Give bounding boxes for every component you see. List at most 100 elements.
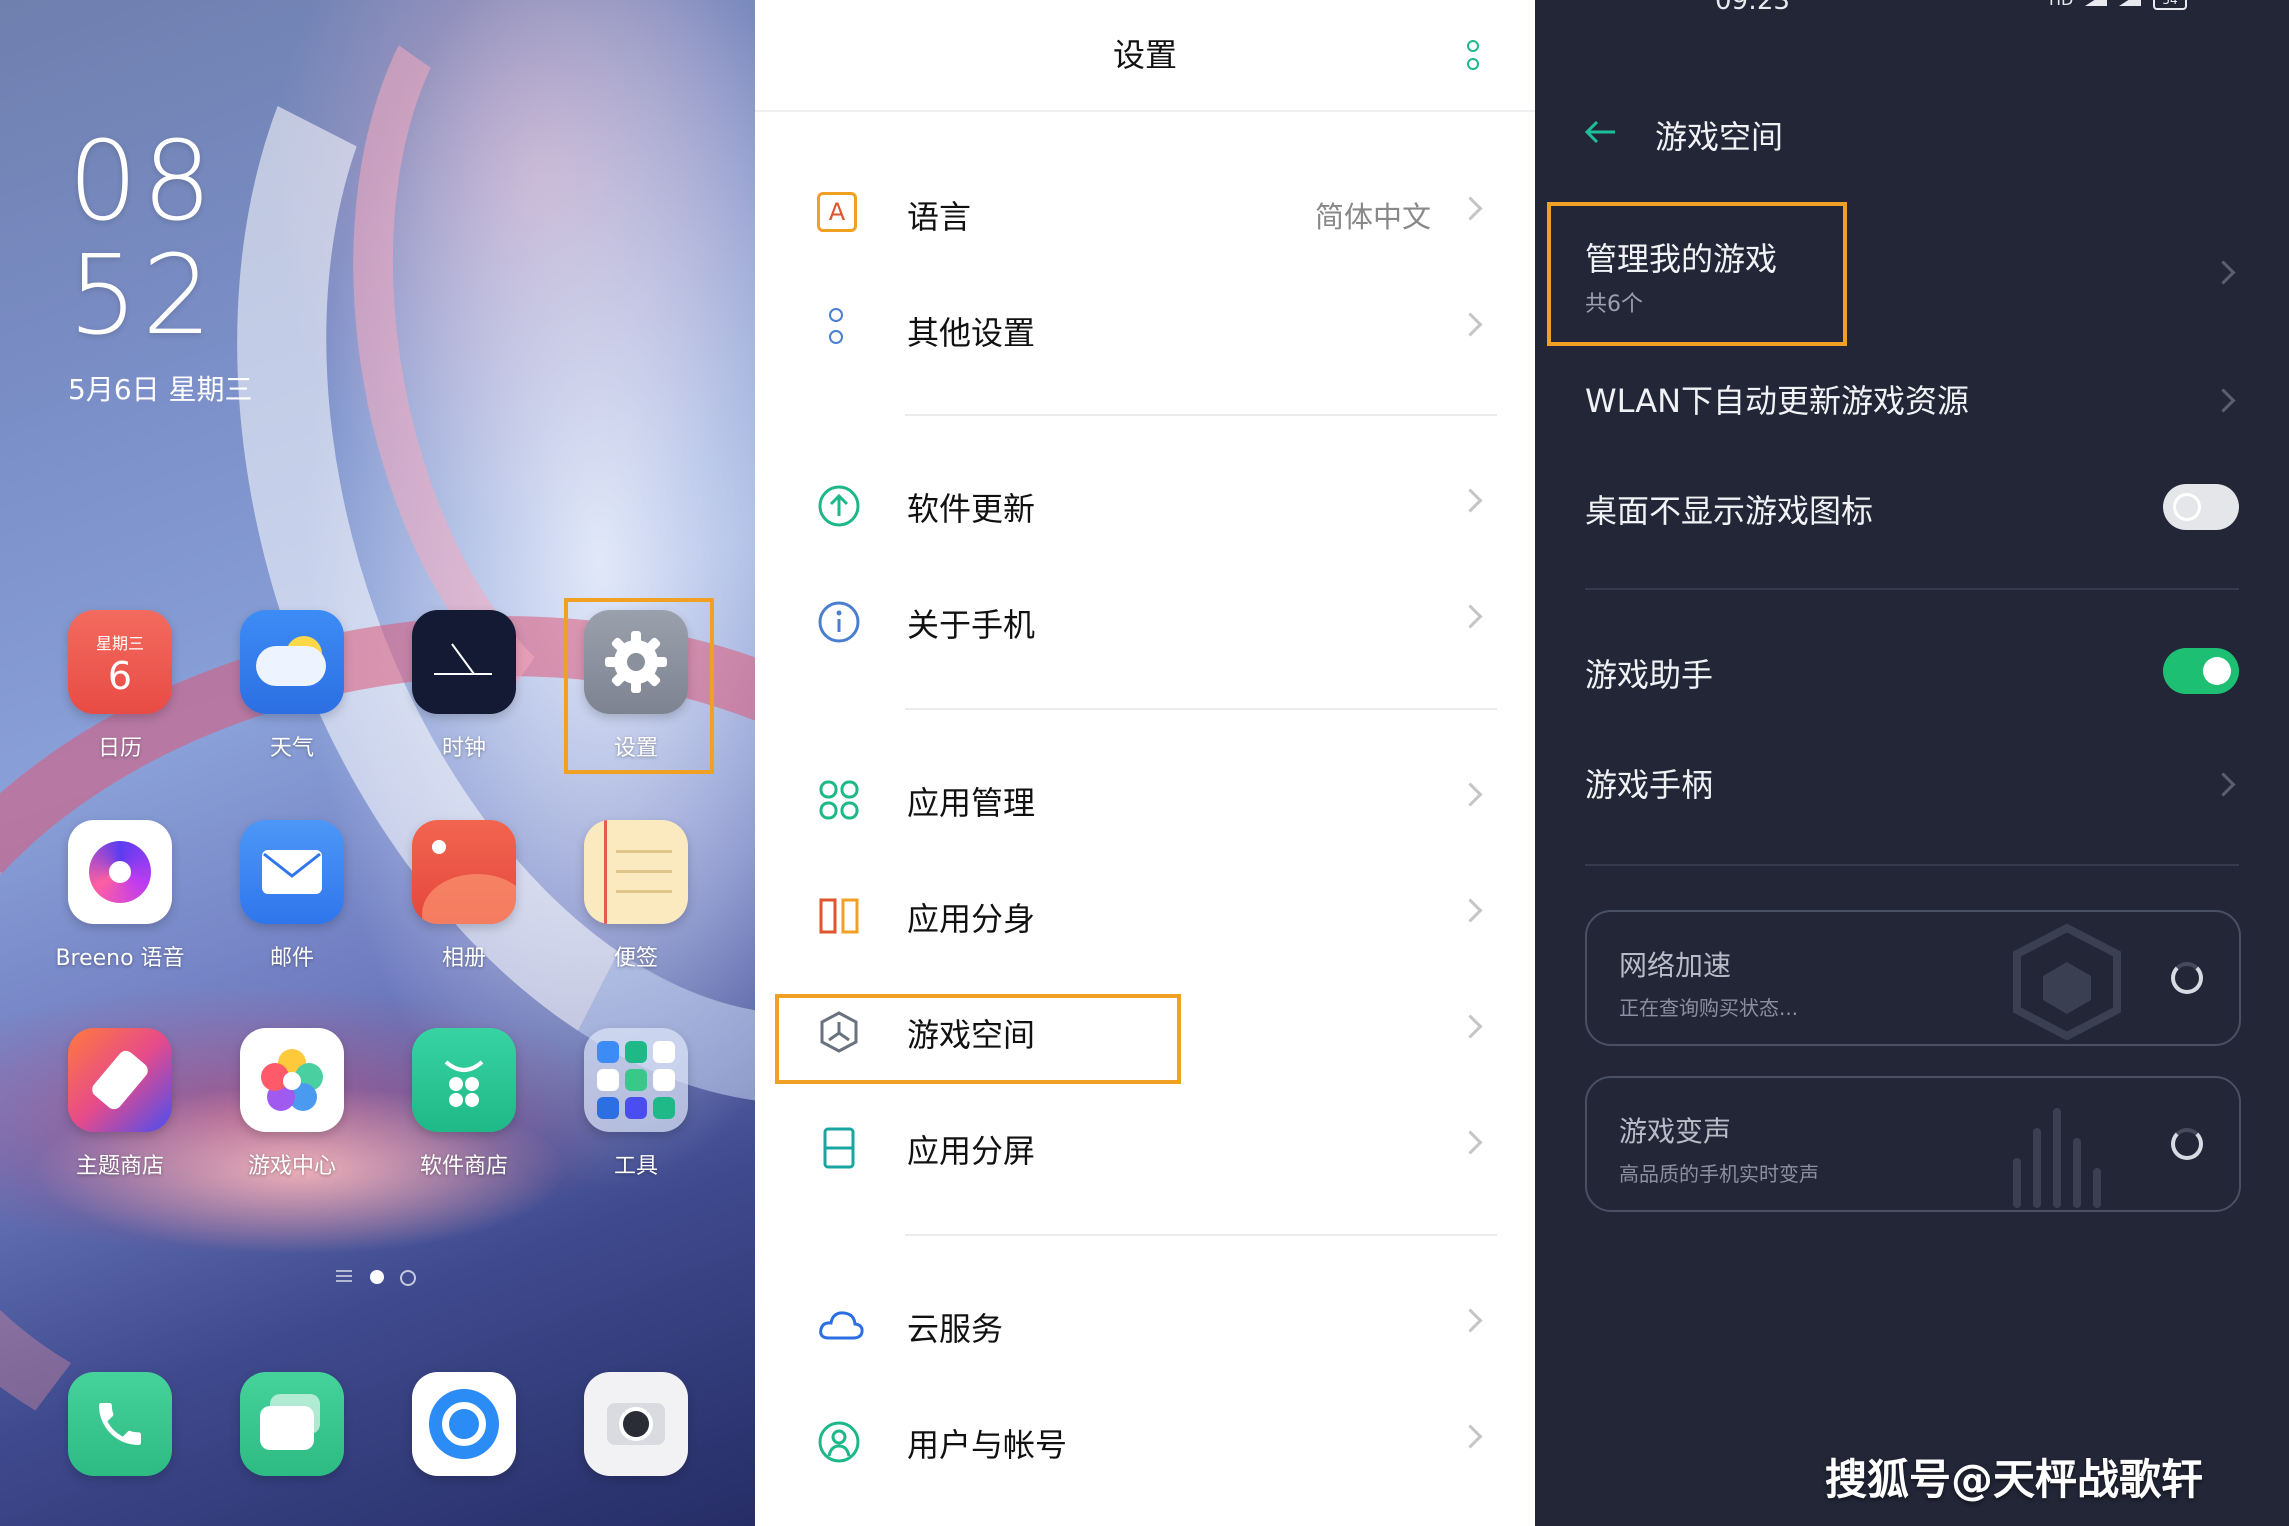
settings-item-other[interactable]: 其他设置 bbox=[755, 270, 1535, 386]
voice-changer-bg-icon bbox=[2007, 1098, 2127, 1208]
app-clock[interactable]: 时钟 bbox=[378, 610, 550, 762]
wlan-auto-update[interactable]: WLAN下自动更新游戏资源 bbox=[1535, 356, 2289, 440]
weather-icon bbox=[240, 610, 344, 714]
game-space-screen: 09:23 HD 54 游戏空间 管理我的游戏 共6个 WLAN下自动更新游戏资… bbox=[1535, 0, 2289, 1526]
app-game-center[interactable]: 游戏中心 bbox=[206, 1028, 378, 1180]
app-theme-store[interactable]: 主题商店 bbox=[34, 1028, 206, 1180]
hd-indicator: HD bbox=[2049, 0, 2073, 9]
settings-item-cloud[interactable]: 云服务 bbox=[755, 1266, 1535, 1382]
card-title: 游戏变声 bbox=[1619, 1115, 1732, 1148]
assistant-label: 游戏助手 bbox=[1585, 656, 1714, 694]
calendar-day: 6 bbox=[107, 654, 133, 698]
messages-icon bbox=[240, 1372, 344, 1476]
dock-phone[interactable] bbox=[34, 1372, 206, 1476]
section-divider bbox=[1585, 588, 2239, 590]
cloud-icon bbox=[817, 1304, 864, 1344]
settings-item-split-screen[interactable]: 应用分屏 bbox=[755, 1088, 1535, 1204]
home-screen: 08 52 5月6日 星期三 星期三 6 日历 天气 时钟 设置 Breeno … bbox=[0, 0, 755, 1526]
about-phone-icon bbox=[817, 600, 860, 643]
app-label: 邮件 bbox=[269, 946, 314, 971]
settings-item-about-phone[interactable]: 关于手机 bbox=[755, 562, 1535, 678]
card-title: 网络加速 bbox=[1619, 949, 1732, 982]
phone-icon bbox=[68, 1372, 172, 1476]
watermark-text: 搜狐号@天枰战歌轩 bbox=[1825, 1455, 2204, 1504]
app-software-store[interactable]: 软件商店 bbox=[378, 1028, 550, 1180]
dock-browser[interactable] bbox=[378, 1372, 550, 1476]
calendar-weekday: 星期三 bbox=[95, 634, 144, 653]
app-tools-folder[interactable]: 工具 bbox=[550, 1028, 722, 1180]
app-label: 便签 bbox=[613, 946, 658, 971]
app-photos[interactable]: 相册 bbox=[378, 820, 550, 972]
app-label: 日历 bbox=[97, 736, 142, 761]
section-divider bbox=[905, 708, 1497, 710]
settings-item-app-clone[interactable]: 应用分身 bbox=[755, 856, 1535, 972]
settings-item-label: 应用分屏 bbox=[907, 1132, 1036, 1170]
app-notes[interactable]: 便签 bbox=[550, 820, 722, 972]
hide-game-icon-setting: 桌面不显示游戏图标 bbox=[1535, 466, 2289, 550]
back-arrow-icon[interactable] bbox=[1581, 112, 1621, 152]
user-account-icon bbox=[817, 1420, 860, 1463]
tools-folder-icon bbox=[584, 1028, 688, 1132]
page-dot bbox=[400, 1270, 416, 1286]
app-label: 软件商店 bbox=[419, 1154, 508, 1179]
app-label: 天气 bbox=[269, 736, 314, 761]
settings-screen: 设置 A 语言 简体中文 其他设置 软件更新 关于手机 应用管理 应用分身 游戏… bbox=[755, 0, 1535, 1526]
settings-item-label: 其他设置 bbox=[907, 314, 1036, 352]
settings-item-app-management[interactable]: 应用管理 bbox=[755, 740, 1535, 856]
settings-item-label: 云服务 bbox=[907, 1310, 1004, 1348]
status-bar-icons: HD 54 bbox=[2015, 0, 2235, 12]
settings-item-user-account[interactable]: 用户与帐号 bbox=[755, 1382, 1535, 1498]
app-label: 相册 bbox=[441, 946, 486, 971]
theme-store-icon bbox=[68, 1028, 172, 1132]
app-weather[interactable]: 天气 bbox=[206, 610, 378, 762]
signal-icon bbox=[2085, 0, 2107, 6]
settings-item-label: 软件更新 bbox=[907, 490, 1036, 528]
loading-spinner-icon bbox=[2171, 1128, 2203, 1160]
app-label: Breeno 语音 bbox=[55, 946, 185, 971]
date-label: 5月6日 星期三 bbox=[68, 373, 253, 406]
settings-item-label: 用户与帐号 bbox=[907, 1426, 1068, 1464]
app-label: 游戏中心 bbox=[247, 1154, 336, 1179]
clock-icon bbox=[412, 610, 516, 714]
hide-icon-toggle[interactable] bbox=[2163, 484, 2239, 530]
page-menu-indicator bbox=[336, 1270, 352, 1282]
settings-item-label: 应用管理 bbox=[907, 784, 1036, 822]
game-space-highlight-box bbox=[775, 994, 1181, 1084]
chevron-right-icon bbox=[1458, 898, 1483, 923]
chevron-right-icon bbox=[1458, 488, 1483, 513]
signal-icon bbox=[2119, 0, 2141, 6]
app-breeno[interactable]: Breeno 语音 bbox=[34, 820, 206, 972]
settings-item-label: 应用分身 bbox=[907, 900, 1036, 938]
chevron-right-icon bbox=[1458, 782, 1483, 807]
game-assistant-setting: 游戏助手 bbox=[1535, 630, 2289, 714]
card-subtitle: 高品质的手机实时变声 bbox=[1619, 1162, 1819, 1186]
app-mail[interactable]: 邮件 bbox=[206, 820, 378, 972]
breeno-voice-icon bbox=[68, 820, 172, 924]
dock-camera[interactable] bbox=[550, 1372, 722, 1476]
header-divider bbox=[755, 110, 1535, 112]
dock-messages[interactable] bbox=[206, 1372, 378, 1476]
gamepad-label: 游戏手柄 bbox=[1585, 766, 1714, 804]
chevron-right-icon bbox=[2211, 772, 2236, 797]
app-management-icon bbox=[817, 778, 859, 820]
settings-highlight-box bbox=[564, 598, 714, 774]
calendar-icon: 星期三 6 bbox=[68, 610, 172, 714]
settings-item-software-update[interactable]: 软件更新 bbox=[755, 446, 1535, 562]
clock-hour: 08 bbox=[68, 117, 216, 245]
mail-icon bbox=[240, 820, 344, 924]
gamepad-setting[interactable]: 游戏手柄 bbox=[1535, 740, 2289, 824]
photos-icon bbox=[412, 820, 516, 924]
app-calendar[interactable]: 星期三 6 日历 bbox=[34, 610, 206, 762]
clock-minute: 52 bbox=[68, 231, 216, 359]
voice-changer-card[interactable]: 游戏变声 高品质的手机实时变声 bbox=[1585, 1076, 2241, 1212]
settings-item-label: 关于手机 bbox=[907, 606, 1036, 644]
card-subtitle: 正在查询购买状态... bbox=[1619, 996, 1799, 1020]
more-vertical-icon[interactable] bbox=[1467, 40, 1479, 72]
network-boost-card[interactable]: 网络加速 正在查询购买状态... bbox=[1585, 910, 2241, 1046]
settings-item-language[interactable]: A 语言 简体中文 bbox=[755, 154, 1535, 270]
chevron-right-icon bbox=[1458, 604, 1483, 629]
assistant-toggle[interactable] bbox=[2163, 648, 2239, 694]
manage-games-highlight-box bbox=[1547, 202, 1847, 346]
chevron-right-icon bbox=[2211, 260, 2236, 285]
section-divider bbox=[1585, 864, 2239, 866]
